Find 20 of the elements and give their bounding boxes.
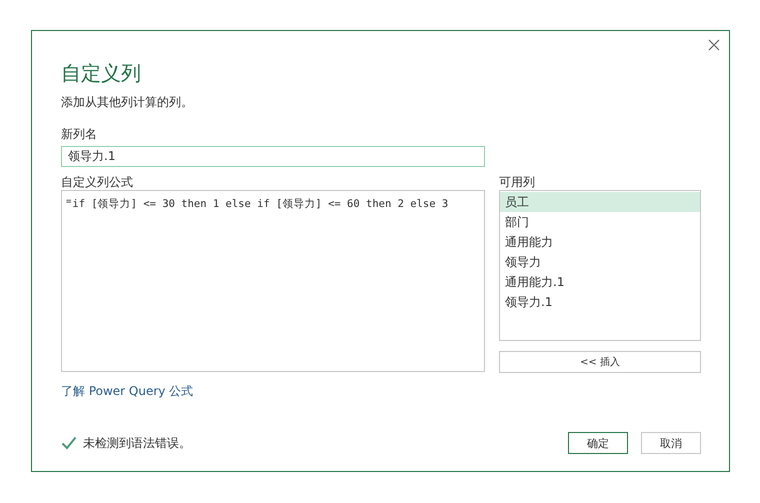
list-label: 可用列 xyxy=(499,174,536,190)
cancel-button[interactable]: 取消 xyxy=(641,432,701,454)
field-label: 新列名 xyxy=(61,126,98,142)
field-label: 自定义列公式 xyxy=(61,174,134,190)
insert-button[interactable]: << 插入 xyxy=(499,351,701,373)
help-link[interactable]: 了解 Power Query 公式 xyxy=(61,384,194,398)
list-item[interactable]: 领导力.1 xyxy=(500,292,700,312)
status-message: 未检测到语法错误。 xyxy=(83,434,191,452)
dialog-title: 自定义列 xyxy=(61,60,142,87)
list-item[interactable]: 通用能力 xyxy=(500,232,700,252)
close-icon[interactable] xyxy=(708,39,720,51)
list-item[interactable]: 通用能力.1 xyxy=(500,272,700,292)
dialog-subtitle: 添加从其他列计算的列。 xyxy=(61,94,194,111)
formula-field[interactable]: =if [领导力] <= 30 then 1 else if [领导力] <= 60 then 2 else 3 xyxy=(61,190,485,372)
checkmark-icon xyxy=(61,436,77,450)
list-item[interactable]: 领导力 xyxy=(500,252,700,272)
ok-button[interactable]: 确定 xyxy=(568,432,628,454)
list-item[interactable]: 员工 xyxy=(500,192,700,212)
list-item[interactable]: 部门 xyxy=(500,212,700,232)
column-name-field[interactable]: 领导力.1 xyxy=(61,146,485,167)
